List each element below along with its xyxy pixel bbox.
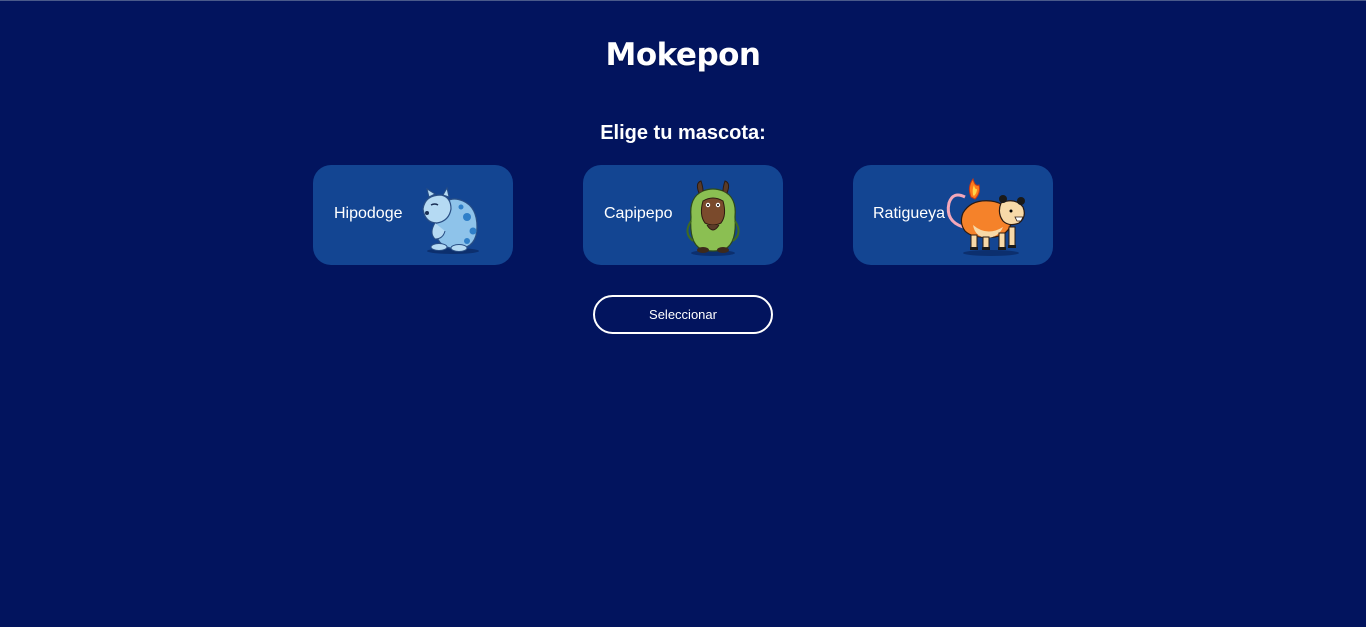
capipepo-icon bbox=[686, 180, 740, 256]
pet-name-label: Ratigueya bbox=[873, 205, 946, 222]
pet-name-label: Hipodoge bbox=[334, 205, 403, 222]
page-title: Mokepon bbox=[605, 37, 761, 73]
pet-selection-heading: Elige tu mascota: bbox=[600, 122, 766, 144]
pet-cards: Hipodoge Capipepo Ratigueya bbox=[313, 165, 1053, 265]
select-pet-button[interactable]: Seleccionar bbox=[593, 295, 773, 334]
page: Mokepon Elige tu mascota: Hipodoge Capip… bbox=[0, 0, 1366, 627]
pet-name-label: Capipepo bbox=[604, 205, 673, 222]
ratigueya-icon bbox=[946, 177, 1025, 256]
pet-card-capipepo[interactable]: Capipepo bbox=[583, 165, 783, 265]
pet-card-ratigueya[interactable]: Ratigueya bbox=[853, 165, 1053, 265]
hipodoge-icon bbox=[422, 186, 479, 254]
pet-card-hipodoge[interactable]: Hipodoge bbox=[313, 165, 513, 265]
